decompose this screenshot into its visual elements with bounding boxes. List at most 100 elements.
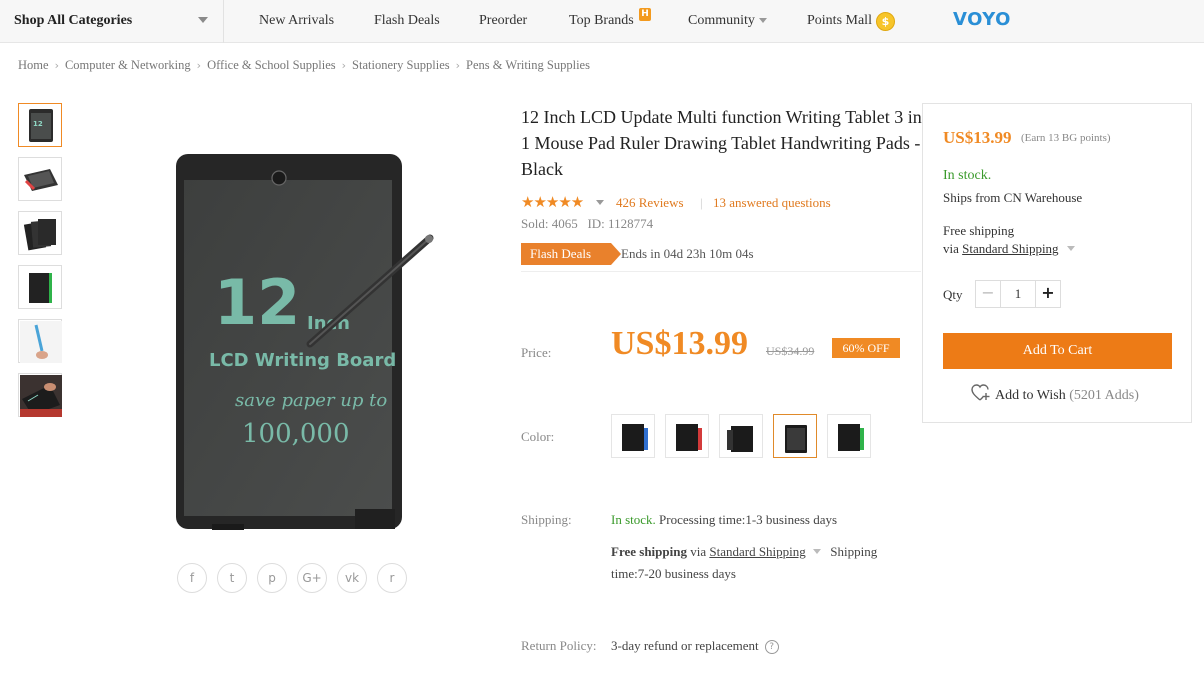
add-to-cart-button[interactable]: Add To Cart [943,333,1172,369]
shipping-word: Shipping [830,544,878,559]
color-swatch-black-selected[interactable] [773,414,817,458]
shipping-method-line: Free shipping via Standard Shipping Ship… [611,544,877,560]
shop-all-categories-dropdown[interactable]: Shop All Categories [0,0,224,43]
tablet-black-swatch-image [785,425,807,453]
tablet-hand-thumbnail-image [20,321,62,363]
tablet-drawing-thumbnail-image [20,375,62,417]
tablet-stack-thumbnail-image [23,219,56,251]
buy-box: US$13.99 (Earn 13 BG points) In stock. S… [922,103,1192,423]
divider [521,271,921,272]
color-swatch-blue[interactable] [611,414,655,458]
board-text-100000: 100,000 [242,419,350,449]
color-label: Color: [521,429,555,444]
questions-link[interactable]: 13 answered questions [713,195,831,211]
buybox-method-link[interactable]: Standard Shipping [962,241,1058,256]
buybox-via: via [943,241,959,256]
board-text-save: save paper up to [235,390,387,411]
thumbnail-6[interactable] [18,373,62,417]
chevron-down-icon[interactable] [813,549,822,554]
nav-preorder[interactable]: Preorder [479,13,527,29]
product-id: ID: 1128774 [587,216,654,231]
color-swatch-black[interactable] [719,414,763,458]
nav-top-brands[interactable]: Top Brands [569,13,634,29]
buybox-in-stock: In stock. [943,168,992,183]
add-to-wish-button[interactable]: Add to Wish (5201 Adds) [971,384,1139,404]
buybox-price: US$13.99 [943,128,1012,147]
breadcrumb-office-school[interactable]: Office & School Supplies [207,58,336,72]
chevron-right-icon: › [455,59,461,72]
color-swatch-red[interactable] [665,414,709,458]
decrease-qty-button[interactable]: − [975,280,1001,308]
chevron-down-icon [198,17,208,23]
return-policy-label: Return Policy: [521,638,597,653]
thumbnail-5[interactable] [18,319,62,363]
ships-from: Ships from CN Warehouse [943,190,1083,205]
free-shipping-text: Free shipping [611,544,687,559]
nav-new-arrivals[interactable]: New Arrivals [259,13,334,29]
thumbnail-4[interactable] [18,265,62,309]
shipping-method-link[interactable]: Standard Shipping [709,544,805,559]
qty-label: Qty [943,287,963,302]
in-stock-text: In stock. [611,512,656,527]
twitter-icon[interactable]: t [217,563,247,593]
breadcrumb-computer-networking[interactable]: Computer & Networking [65,58,191,72]
categories-label: Shop All Categories [14,13,133,28]
return-policy: 3-day refund or replacement? [611,638,779,654]
current-price: US$13.99 [611,325,748,362]
tablet-blue-swatch-image [622,424,648,451]
via-text: via [690,544,707,559]
discount-badge: 60% OFF [832,338,900,358]
thumbnail-3[interactable] [18,211,62,255]
help-icon[interactable]: ? [764,640,779,654]
sold-text: Sold: 4065 [521,216,578,231]
site-logo[interactable]: VOYO [953,9,1011,30]
color-swatch-green[interactable] [827,414,871,458]
coin-icon: $ [876,12,895,31]
facebook-icon[interactable]: f [177,563,207,593]
shipping-label: Shipping: [521,512,572,527]
nav-points-mall[interactable]: Points Mall [807,13,872,29]
tablet-black-swatch-image [727,426,753,452]
shipping-time: time:7-20 business days [611,566,736,581]
breadcrumb: Home › Computer & Networking › Office & Scho… [18,58,590,73]
nav-community[interactable]: Community [688,13,755,29]
tablet-green-thumbnail-image [29,273,52,303]
countdown-timer: Ends in 04d 23h 10m 04s [621,246,754,261]
chevron-right-icon: › [54,59,59,72]
increase-qty-button[interactable]: + [1035,280,1061,308]
thumbnail-2[interactable] [18,157,62,201]
wish-count: (5201 Adds) [1069,388,1139,403]
svg-text:12: 12 [33,120,43,128]
tablet-red-thumbnail-image [24,169,58,191]
quantity-stepper: − + [975,280,1061,308]
thumbnail-1[interactable]: 12 [18,103,62,147]
star-rating-icon: ★★★★★ [521,193,584,211]
nav-flash-deals[interactable]: Flash Deals [374,13,440,29]
tablet-green-swatch-image [838,424,864,451]
stock-status: In stock. Processing time:1-3 business d… [611,512,837,528]
hot-badge-icon: H [639,8,651,21]
reviews-link[interactable]: 426 Reviews [616,195,684,211]
earn-points: (Earn 13 BG points) [1021,132,1111,144]
return-policy-text: 3-day refund or replacement [611,638,759,653]
price-label: Price: [521,345,552,360]
breadcrumb-home[interactable]: Home [18,58,49,72]
google-plus-icon[interactable]: G+ [297,563,327,593]
top-nav: Shop All Categories New Arrivals Flash D… [0,0,1204,43]
chevron-down-icon[interactable] [596,200,604,205]
breadcrumb-pens-writing[interactable]: Pens & Writing Supplies [466,58,590,72]
processing-time: Processing time:1-3 business days [659,512,838,527]
reddit-icon[interactable]: r [377,563,407,593]
breadcrumb-stationery[interactable]: Stationery Supplies [352,58,450,72]
flash-deals-tag: Flash Deals [521,243,621,265]
qty-input[interactable] [1001,280,1035,308]
vk-icon[interactable]: vk [337,563,367,593]
board-text-lcd: LCD Writing Board [209,350,396,371]
chevron-right-icon: › [196,59,202,72]
heart-plus-icon [971,384,990,401]
product-title: 12 Inch LCD Update Multi function Writin… [521,107,922,179]
wish-label: Add to Wish [995,388,1066,403]
buybox-shipping-method: via Standard Shipping [943,241,1075,257]
chevron-down-icon[interactable] [1066,246,1075,251]
pinterest-icon[interactable]: p [257,563,287,593]
